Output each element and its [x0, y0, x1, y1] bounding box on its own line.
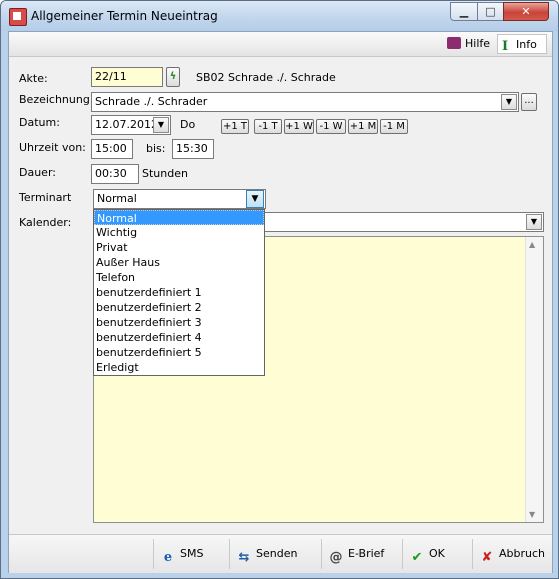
scroll-up-icon[interactable]: ▲ [529, 240, 535, 249]
senden-label: Senden [256, 547, 298, 560]
dialog-window: Allgemeiner Termin Neueintrag ▁ □ ✕ Hilf… [0, 0, 559, 579]
uhrzeit-bis-label: bis: [146, 142, 166, 155]
abbruch-button[interactable]: ✘ Abbruch [472, 539, 550, 569]
terminart-option[interactable]: Normal [94, 210, 264, 225]
bezeichnung-dropdown-button[interactable]: ▼ [501, 94, 517, 110]
sms-label: SMS [180, 547, 204, 560]
bottom-toolbar: e SMS ⇆ Senden @ E-Brief ✔ OK ✘ Abbruch [9, 534, 552, 573]
dauer-label: Dauer: [19, 166, 56, 179]
weekday-text: Do [180, 118, 196, 131]
senden-button[interactable]: ⇆ Senden [229, 539, 301, 569]
chevron-down-icon: ▼ [157, 120, 165, 129]
help-book-icon [447, 37, 461, 49]
terminart-option[interactable]: benutzerdefiniert 3 [94, 315, 264, 330]
plus-1-day-button[interactable]: +1 T [221, 119, 249, 134]
info-label: Info [516, 38, 537, 51]
terminart-option[interactable]: Privat [94, 240, 264, 255]
bezeichnung-more-button[interactable]: ... [521, 93, 537, 111]
scroll-down-icon[interactable]: ▼ [529, 510, 535, 519]
datum-picker-button[interactable]: ▼ [153, 117, 169, 133]
terminart-option[interactable]: Erledigt [94, 360, 264, 375]
close-icon: ✕ [521, 5, 531, 18]
terminart-dropdown-button[interactable]: ▼ [246, 190, 264, 208]
minus-1-week-button[interactable]: -1 W [316, 119, 346, 134]
send-icon: ⇆ [238, 550, 250, 565]
kalender-dropdown-button[interactable]: ▼ [526, 214, 542, 230]
close-button[interactable]: ✕ [503, 2, 549, 21]
akte-label: Akte: [19, 72, 48, 85]
akte-lookup-button[interactable]: ϟ [166, 67, 180, 87]
terminart-options-list: Normal Wichtig Privat Außer Haus Telefon… [93, 209, 265, 376]
sms-e-icon: e [163, 550, 173, 565]
dauer-input[interactable]: 00:30 [91, 164, 139, 184]
ebrief-button[interactable]: @ E-Brief [321, 539, 393, 569]
maximize-icon: □ [485, 5, 496, 18]
terminart-option[interactable]: Wichtig [94, 225, 264, 240]
top-toolbar: Hilfe I Info [9, 32, 552, 57]
terminart-option[interactable]: benutzerdefiniert 5 [94, 345, 264, 360]
terminart-option[interactable]: benutzerdefiniert 2 [94, 300, 264, 315]
ok-button[interactable]: ✔ OK [402, 539, 468, 569]
chevron-down-icon: ▼ [251, 194, 259, 204]
bezeichnung-input[interactable]: Schrade ./. Schrader [91, 92, 519, 112]
chevron-down-icon: ▼ [530, 217, 538, 226]
plus-1-month-button[interactable]: +1 M [348, 119, 378, 134]
memo-scrollbar[interactable]: ▲ ▼ [525, 237, 543, 522]
minus-1-day-button[interactable]: -1 T [254, 119, 282, 134]
terminart-option[interactable]: Außer Haus [94, 255, 264, 270]
minimize-icon: ▁ [459, 5, 469, 18]
ebrief-at-icon: @ [329, 550, 343, 565]
terminart-option[interactable]: benutzerdefiniert 1 [94, 285, 264, 300]
sms-button[interactable]: e SMS [153, 539, 223, 569]
checkmark-icon: ✔ [411, 550, 423, 565]
calendar-app-icon [9, 8, 27, 26]
terminart-option[interactable]: benutzerdefiniert 4 [94, 330, 264, 345]
dauer-unit: Stunden [142, 167, 188, 180]
chevron-down-icon: ▼ [505, 97, 513, 106]
abbruch-label: Abbruch [499, 547, 546, 560]
hilfe-button[interactable]: Hilfe [441, 34, 493, 54]
terminart-label: Terminart [19, 191, 72, 204]
kalender-select[interactable] [259, 212, 544, 232]
uhrzeit-von-input[interactable]: 15:00 [91, 139, 133, 159]
akte-description: SB02 Schrade ./. Schrade [196, 71, 336, 84]
plus-1-week-button[interactable]: +1 W [284, 119, 314, 134]
kalender-label: Kalender: [19, 216, 72, 229]
info-cursor-icon: I [502, 39, 509, 54]
info-button[interactable]: I Info [497, 34, 547, 54]
window-title: Allgemeiner Termin Neueintrag [31, 9, 218, 23]
ok-label: OK [429, 547, 445, 560]
lightning-icon: ϟ [169, 71, 177, 82]
dialog-client-area: Hilfe I Info Akte: 22/11 ϟ SB02 Schrade .… [8, 31, 553, 573]
terminart-select[interactable]: Normal [93, 189, 266, 209]
cancel-x-icon: ✘ [481, 550, 493, 565]
minus-1-month-button[interactable]: -1 M [380, 119, 408, 134]
uhrzeit-bis-input[interactable]: 15:30 [172, 139, 214, 159]
bezeichnung-label: Bezeichnung: [19, 93, 94, 106]
hilfe-label: Hilfe [465, 37, 491, 50]
uhrzeit-von-label: Uhrzeit von: [19, 141, 86, 154]
datum-label: Datum: [19, 116, 60, 129]
maximize-button[interactable]: □ [477, 2, 504, 21]
akte-input[interactable]: 22/11 [91, 67, 163, 87]
ebrief-label: E-Brief [348, 547, 385, 560]
terminart-option[interactable]: Telefon [94, 270, 264, 285]
minimize-button[interactable]: ▁ [450, 2, 478, 21]
title-bar[interactable]: Allgemeiner Termin Neueintrag ▁ □ ✕ [1, 1, 558, 31]
